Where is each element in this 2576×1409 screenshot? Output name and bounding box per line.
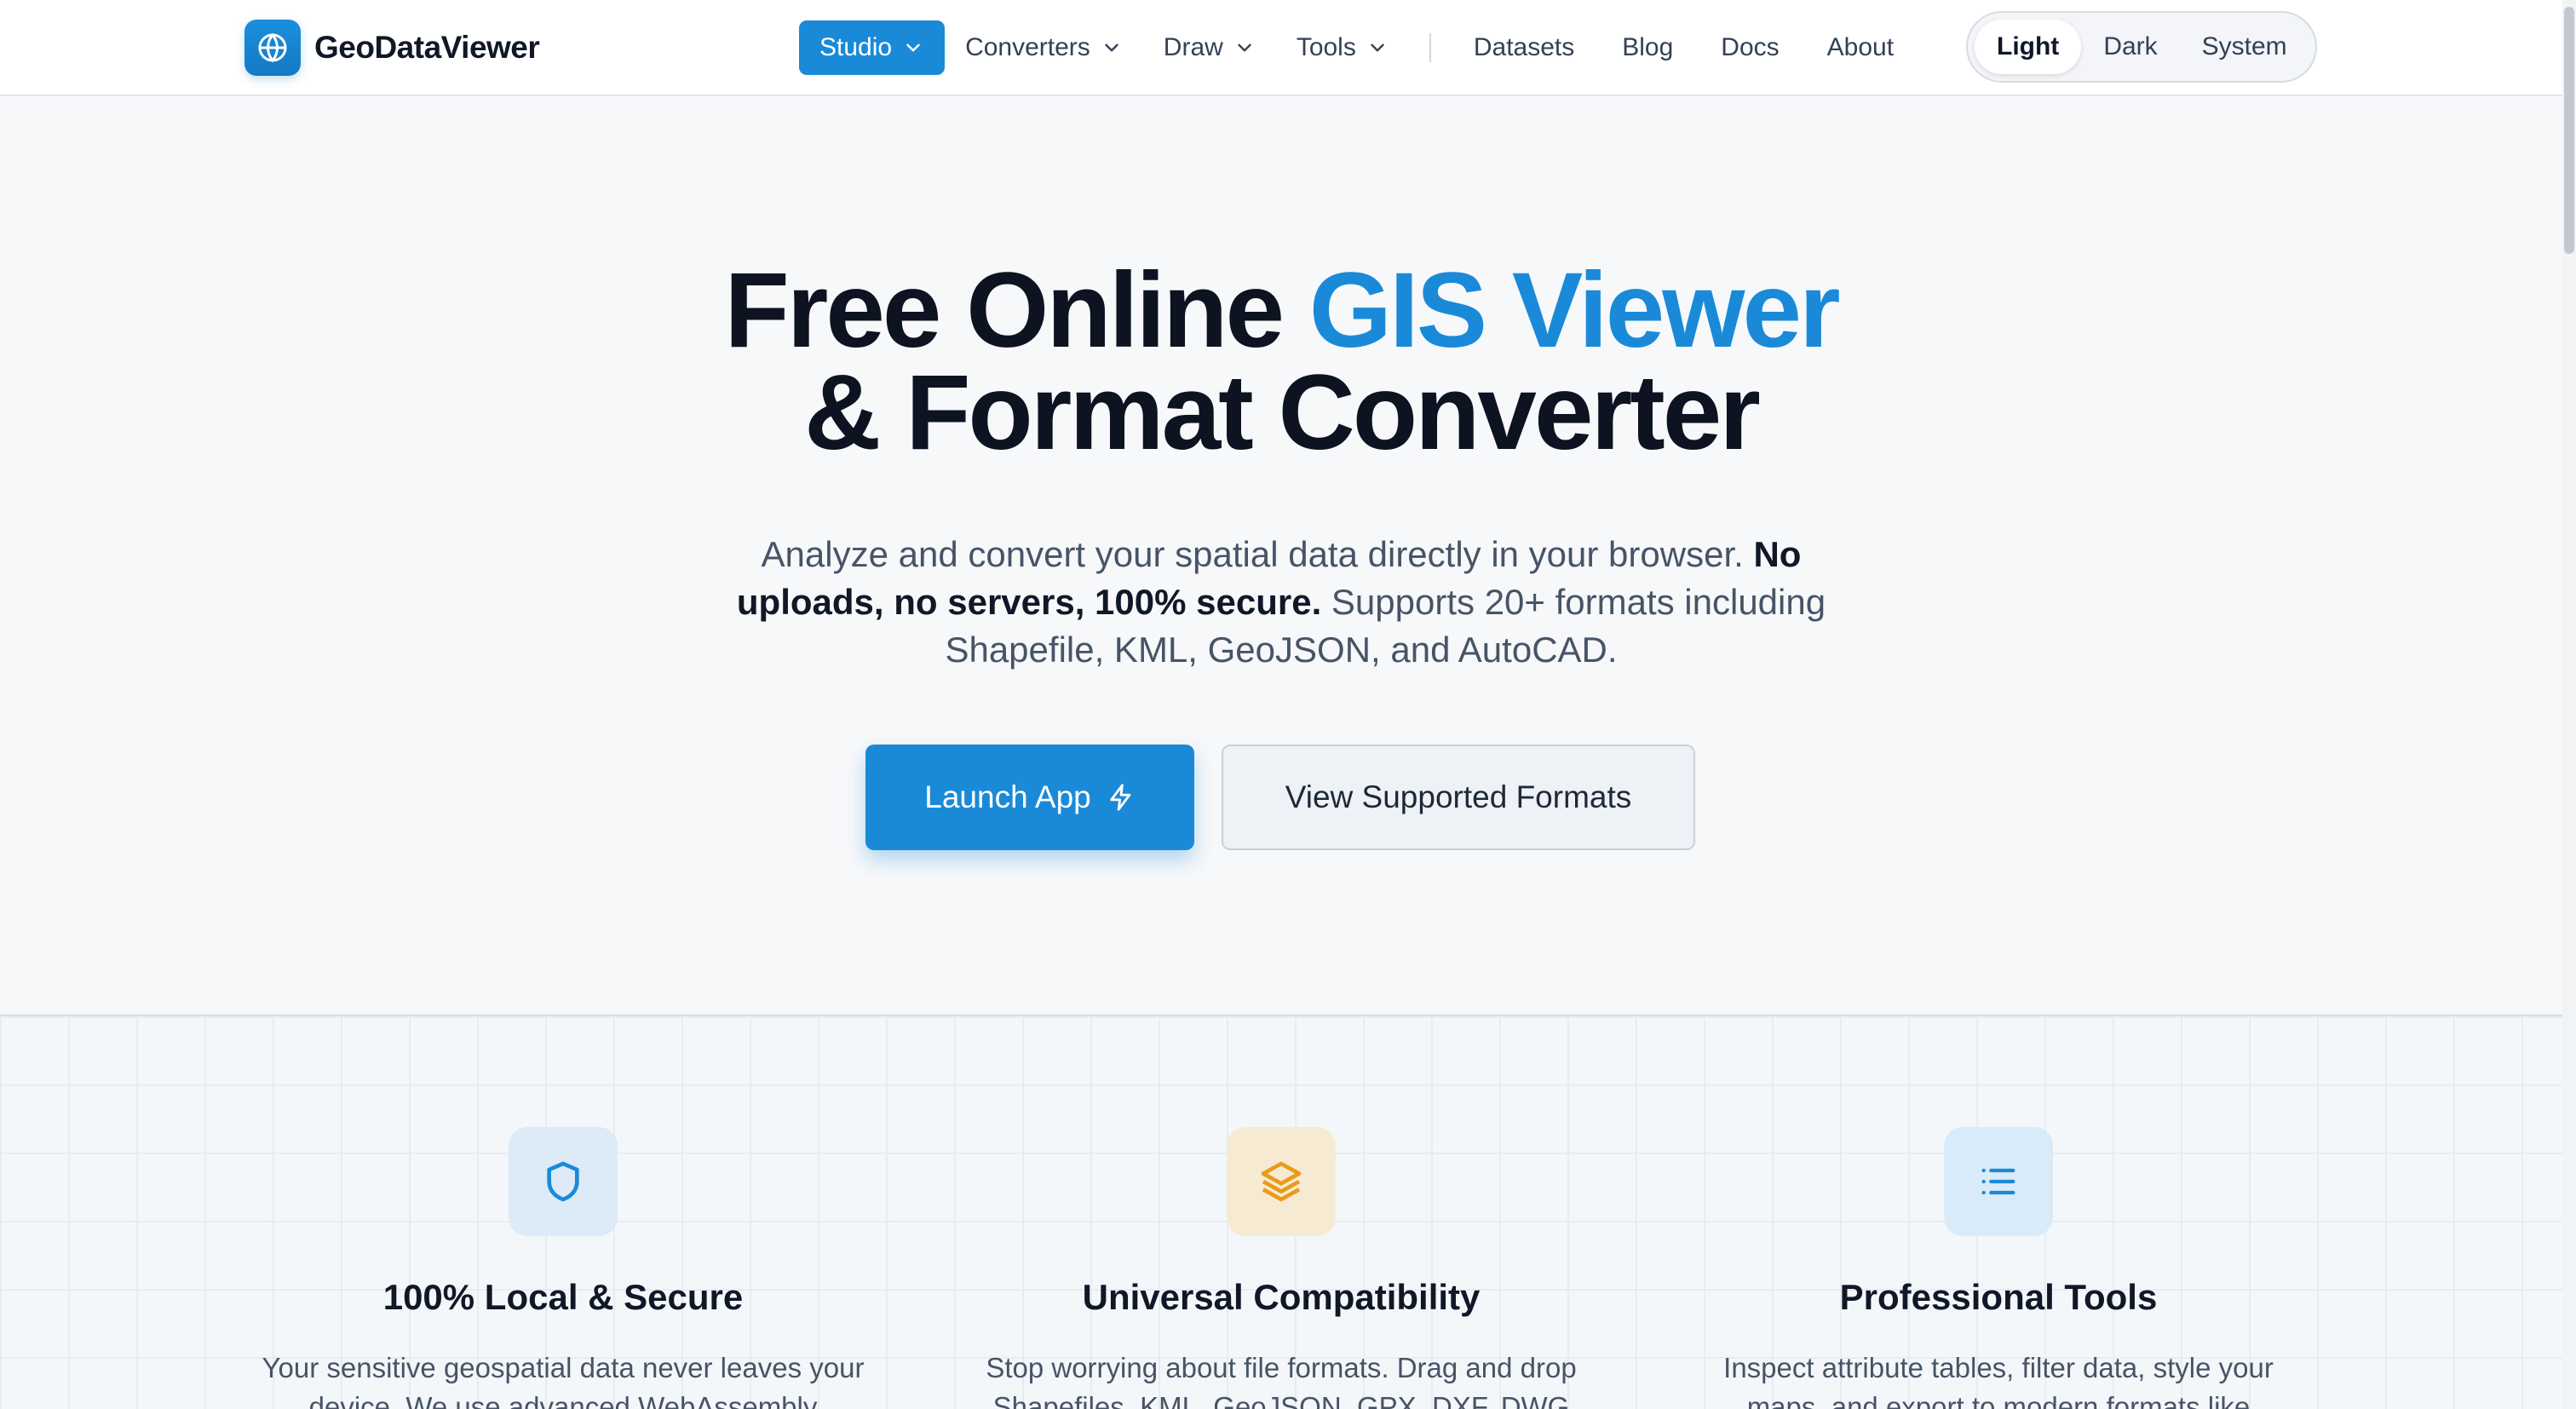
- nav-link-about[interactable]: About: [1803, 33, 1918, 62]
- feature-title: Universal Compatibility: [1082, 1277, 1481, 1317]
- brand-name: GeoDataViewer: [314, 30, 540, 65]
- features-section: 100% Local & Secure Your sensitive geosp…: [0, 1015, 2562, 1409]
- nav-link-docs[interactable]: Docs: [1697, 33, 1803, 62]
- view-formats-button[interactable]: View Supported Formats: [1222, 745, 1695, 850]
- feature-description: Stop worrying about file formats. Drag a…: [986, 1352, 1577, 1409]
- hero-subtitle: Analyze and convert your spatial data di…: [727, 531, 1835, 674]
- cta-row: Launch App View Supported Formats: [865, 745, 1695, 850]
- hero-subtitle-part1: Analyze and convert your spatial data di…: [761, 534, 1754, 574]
- nav-studio-label: Studio: [819, 33, 893, 61]
- chevron-down-icon: [902, 37, 924, 59]
- nav-converters-label: Converters: [965, 33, 1090, 61]
- hero-title-line2: & Format Converter: [804, 354, 1761, 472]
- nav-divider: [1429, 33, 1431, 62]
- scrollbar-thumb[interactable]: [2564, 7, 2574, 254]
- page-scrollbar[interactable]: [2562, 0, 2576, 1409]
- nav-tools-dropdown[interactable]: Tools: [1276, 20, 1409, 75]
- chevron-down-icon: [1101, 37, 1123, 59]
- theme-switcher: Light Dark System: [1966, 11, 2317, 83]
- nav-draw-dropdown[interactable]: Draw: [1143, 20, 1276, 75]
- feature-description: Inspect attribute tables, filter data, s…: [1723, 1352, 2274, 1409]
- globe-icon: [244, 20, 301, 76]
- nav-link-datasets[interactable]: Datasets: [1450, 33, 1598, 62]
- theme-dark-option[interactable]: Dark: [2081, 20, 2179, 74]
- launch-app-label: Launch App: [924, 779, 1091, 814]
- feature-card-security: 100% Local & Secure Your sensitive geosp…: [239, 1127, 887, 1409]
- feature-title: 100% Local & Secure: [382, 1277, 744, 1317]
- feature-card-tools: Professional Tools Inspect attribute tab…: [1675, 1127, 2322, 1409]
- hero-title-part1: Free Online: [724, 251, 1309, 370]
- launch-app-button[interactable]: Launch App: [865, 745, 1194, 850]
- top-navigation-bar: GeoDataViewer Studio Converters Draw Too…: [0, 0, 2562, 96]
- hero-title: Free Online GIS Viewer & Format Converte…: [0, 257, 2562, 466]
- layers-icon: [1227, 1127, 1336, 1236]
- nav-link-blog[interactable]: Blog: [1598, 33, 1697, 62]
- lightning-icon: [1107, 783, 1136, 812]
- nav-studio-dropdown[interactable]: Studio: [799, 20, 946, 75]
- brand-logo[interactable]: GeoDataViewer: [244, 20, 540, 76]
- hero-title-accent: GIS Viewer: [1308, 251, 1841, 370]
- list-icon: [1944, 1127, 2053, 1236]
- feature-card-compatibility: Universal Compatibility Stop worrying ab…: [957, 1127, 1605, 1409]
- main-nav: Studio Converters Draw Tools Datasets Bl…: [799, 20, 1918, 75]
- feature-description: Your sensitive geospatial data never lea…: [262, 1352, 865, 1409]
- chevron-down-icon: [1233, 37, 1256, 59]
- nav-converters-dropdown[interactable]: Converters: [945, 20, 1143, 75]
- nav-tools-label: Tools: [1296, 33, 1356, 61]
- nav-draw-label: Draw: [1163, 33, 1223, 61]
- shield-icon: [509, 1127, 618, 1236]
- theme-light-option[interactable]: Light: [1975, 20, 2082, 74]
- chevron-down-icon: [1366, 37, 1389, 59]
- hero-section: Free Online GIS Viewer & Format Converte…: [0, 98, 2562, 1015]
- feature-title: Professional Tools: [1839, 1277, 2158, 1317]
- theme-system-option[interactable]: System: [2180, 20, 2309, 74]
